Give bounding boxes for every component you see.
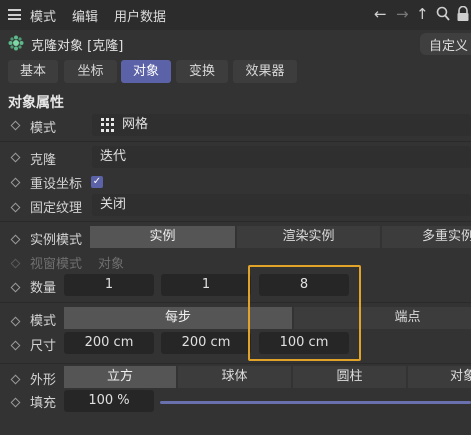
object-title: 克隆对象 [克隆]: [31, 39, 124, 54]
count-label: 数量: [30, 281, 57, 296]
divider: [0, 302, 471, 303]
reset-coords-checkbox[interactable]: ✓: [91, 176, 103, 188]
tab-basic[interactable]: 基本: [8, 60, 58, 83]
count-y-field[interactable]: 1: [161, 274, 251, 296]
keyframe-diamond-icon[interactable]: [10, 397, 21, 408]
hamburger-menu-icon[interactable]: [8, 9, 21, 20]
tab-effectors[interactable]: 效果器: [233, 60, 297, 83]
shape-label: 外形: [30, 373, 57, 388]
keyframe-diamond-icon[interactable]: [10, 152, 21, 163]
keyframe-diamond-icon: [10, 258, 21, 269]
tab-coordinates[interactable]: 坐标: [64, 60, 117, 83]
shape-option-cube[interactable]: 立方: [64, 366, 176, 388]
fix-texture-label: 固定纹理: [30, 201, 83, 216]
shape-option-sphere[interactable]: 球体: [178, 366, 291, 388]
fill-field[interactable]: 100 %: [64, 390, 154, 412]
menu-item-edit[interactable]: 编辑: [72, 6, 98, 25]
grid-mode-label: 模式: [30, 314, 57, 329]
cloner-icon: [8, 35, 24, 55]
divider: [0, 363, 471, 364]
search-icon[interactable]: [436, 6, 450, 26]
fill-label: 填充: [30, 396, 57, 411]
menu-item-mode[interactable]: 模式: [30, 6, 56, 25]
reset-coords-label: 重设坐标: [30, 177, 83, 192]
clone-dropdown[interactable]: 迭代: [92, 146, 471, 168]
highlight-box: [248, 265, 361, 361]
section-title: 对象属性: [8, 95, 64, 111]
lock-icon[interactable]: [456, 5, 470, 26]
keyframe-diamond-icon[interactable]: [10, 120, 21, 131]
mode-label: 模式: [30, 121, 57, 136]
size-y-field[interactable]: 200 cm: [161, 332, 251, 354]
size-x-field[interactable]: 200 cm: [64, 332, 154, 354]
clone-label: 克隆: [30, 153, 57, 168]
keyframe-diamond-icon[interactable]: [10, 340, 21, 351]
keyframe-diamond-icon[interactable]: [10, 202, 21, 213]
shape-option-object[interactable]: 对象: [408, 366, 471, 388]
keyframe-diamond-icon[interactable]: [10, 316, 21, 327]
mode-value: 网格: [122, 117, 149, 132]
fill-slider[interactable]: [160, 401, 471, 404]
divider: [0, 221, 471, 222]
keyframe-diamond-icon[interactable]: [10, 374, 21, 385]
keyframe-diamond-icon[interactable]: [10, 177, 21, 188]
instance-mode-option-render-instance[interactable]: 渲染实例: [237, 226, 380, 248]
instance-mode-label: 实例模式: [30, 233, 83, 248]
mode-dropdown[interactable]: 网格: [92, 114, 471, 136]
tab-object[interactable]: 对象: [121, 60, 171, 83]
instance-mode-option-multi-instance[interactable]: 多重实例: [382, 226, 471, 248]
size-label: 尺寸: [30, 339, 57, 354]
shape-option-cylinder[interactable]: 圆柱: [293, 366, 406, 388]
instance-mode-option-instance[interactable]: 实例: [90, 226, 235, 248]
count-x-field[interactable]: 1: [64, 274, 154, 296]
grid-icon: [101, 118, 115, 132]
object-title-bar: 克隆对象 [克隆]: [0, 30, 471, 58]
keyframe-diamond-icon[interactable]: [10, 282, 21, 293]
viewport-mode-value: 对象: [98, 257, 125, 272]
keyframe-diamond-icon[interactable]: [10, 234, 21, 245]
arrow-up-icon[interactable]: ↑: [416, 5, 429, 23]
arrow-right-icon[interactable]: →: [396, 5, 409, 23]
viewport-mode-label: 视窗模式: [30, 257, 83, 272]
menu-bar: 模式 编辑 用户数据 ← → ↑: [0, 0, 471, 30]
arrow-left-icon[interactable]: ←: [374, 5, 387, 23]
tab-transform[interactable]: 变换: [176, 60, 228, 83]
divider: [0, 141, 471, 142]
preset-button[interactable]: 自定义: [420, 33, 471, 55]
menu-item-user-data[interactable]: 用户数据: [114, 6, 166, 25]
fix-texture-dropdown[interactable]: 关闭: [92, 194, 471, 216]
